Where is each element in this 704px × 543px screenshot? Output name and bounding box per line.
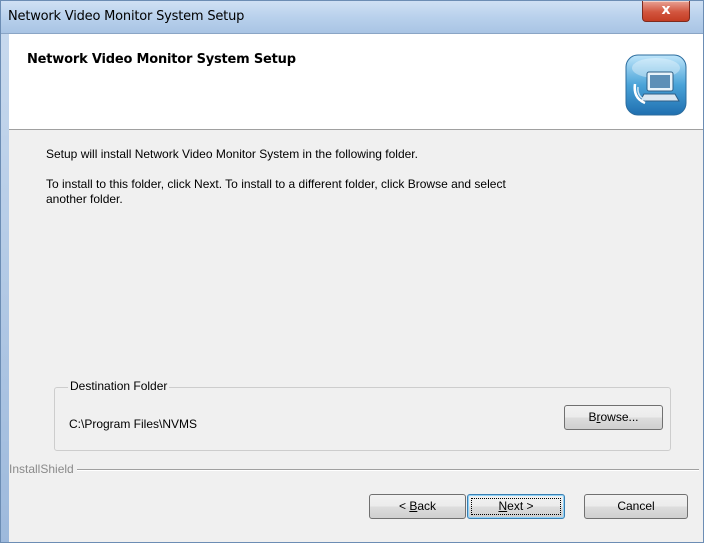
browse-label-pre: B: [588, 410, 597, 424]
installshield-label: InstallShield: [9, 462, 74, 476]
installshield-divider: [77, 469, 699, 470]
instruction-text-line1: To install to this folder, click Next. T…: [46, 177, 506, 191]
back-label-pre: <: [398, 499, 410, 513]
cancel-button[interactable]: Cancel: [584, 494, 688, 519]
instruction-text-line2: another folder.: [46, 192, 123, 206]
back-button[interactable]: < Back: [369, 494, 466, 519]
window-title: Network Video Monitor System Setup: [8, 9, 245, 24]
header-title: Network Video Monitor System Setup: [27, 52, 296, 67]
close-button[interactable]: x: [642, 1, 690, 22]
destination-path: C:\Program Files\NVMS: [69, 417, 198, 431]
header-panel: [9, 34, 703, 130]
window-left-border: [1, 34, 9, 542]
setup-computer-icon: [625, 54, 687, 116]
close-icon: x: [661, 2, 671, 18]
browse-button[interactable]: Browse...: [564, 405, 663, 430]
setup-dialog-window: Network Video Monitor System Setup x Net…: [0, 0, 704, 543]
back-label-post: ack: [417, 499, 437, 513]
browse-label-post: owse...: [600, 410, 639, 424]
intro-text: Setup will install Network Video Monitor…: [46, 147, 418, 161]
title-bar[interactable]: Network Video Monitor System Setup x: [1, 1, 703, 34]
destination-folder-label: Destination Folder: [68, 379, 170, 393]
focus-rectangle: [471, 498, 561, 515]
next-button[interactable]: Next >: [467, 494, 565, 519]
